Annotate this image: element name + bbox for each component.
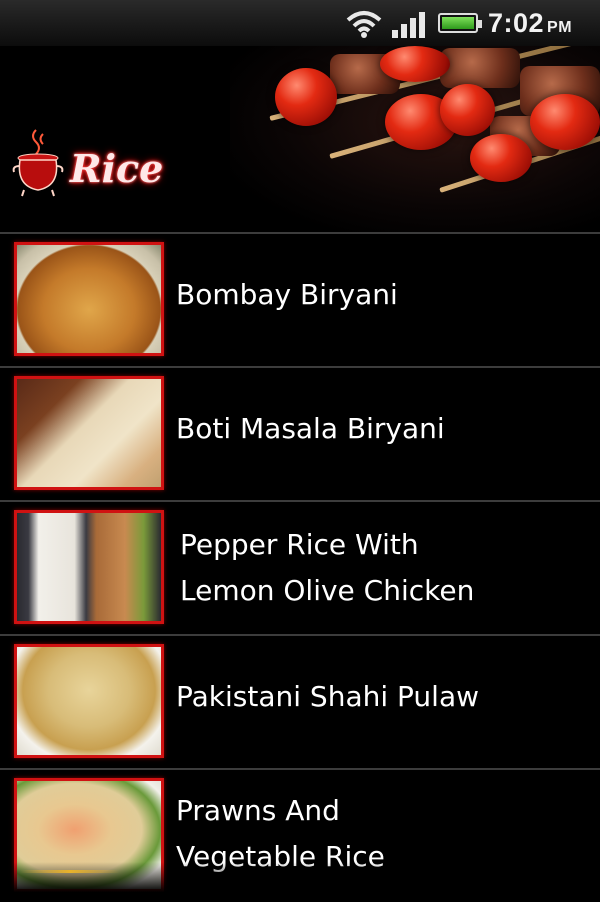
bottom-fade	[0, 862, 600, 900]
page-title: Rice	[70, 146, 164, 191]
signal-icon	[392, 12, 425, 38]
skewers-banner-image	[230, 46, 600, 232]
app-logo: Rice	[10, 126, 170, 206]
recipe-list[interactable]: Bombay Biryani Boti Masala Biryani Peppe…	[0, 232, 600, 900]
list-item[interactable]: Pepper Rice With Lemon Olive Chicken	[0, 502, 600, 634]
status-bar: 7:02 PM	[0, 0, 600, 46]
battery-icon	[438, 13, 482, 33]
clock: 7:02 PM	[488, 8, 573, 38]
list-item[interactable]: Pakistani Shahi Pulaw	[0, 636, 600, 768]
recipe-thumbnail	[14, 376, 164, 490]
recipe-title: Bombay Biryani	[176, 278, 398, 311]
app-header: Rice	[0, 46, 600, 232]
recipe-thumbnail	[14, 242, 164, 356]
recipe-title: Pepper Rice With Lemon Olive Chicken	[180, 528, 475, 607]
recipe-thumbnail	[14, 644, 164, 758]
recipe-title: Boti Masala Biryani	[176, 412, 445, 445]
wifi-icon	[346, 11, 382, 38]
list-item[interactable]: Boti Masala Biryani	[0, 368, 600, 500]
cooking-pot-icon	[12, 129, 64, 197]
recipe-title: Pakistani Shahi Pulaw	[176, 680, 480, 713]
list-item[interactable]: Bombay Biryani	[0, 234, 600, 366]
scroll-indicator[interactable]	[20, 870, 120, 873]
recipe-thumbnail	[14, 510, 164, 624]
